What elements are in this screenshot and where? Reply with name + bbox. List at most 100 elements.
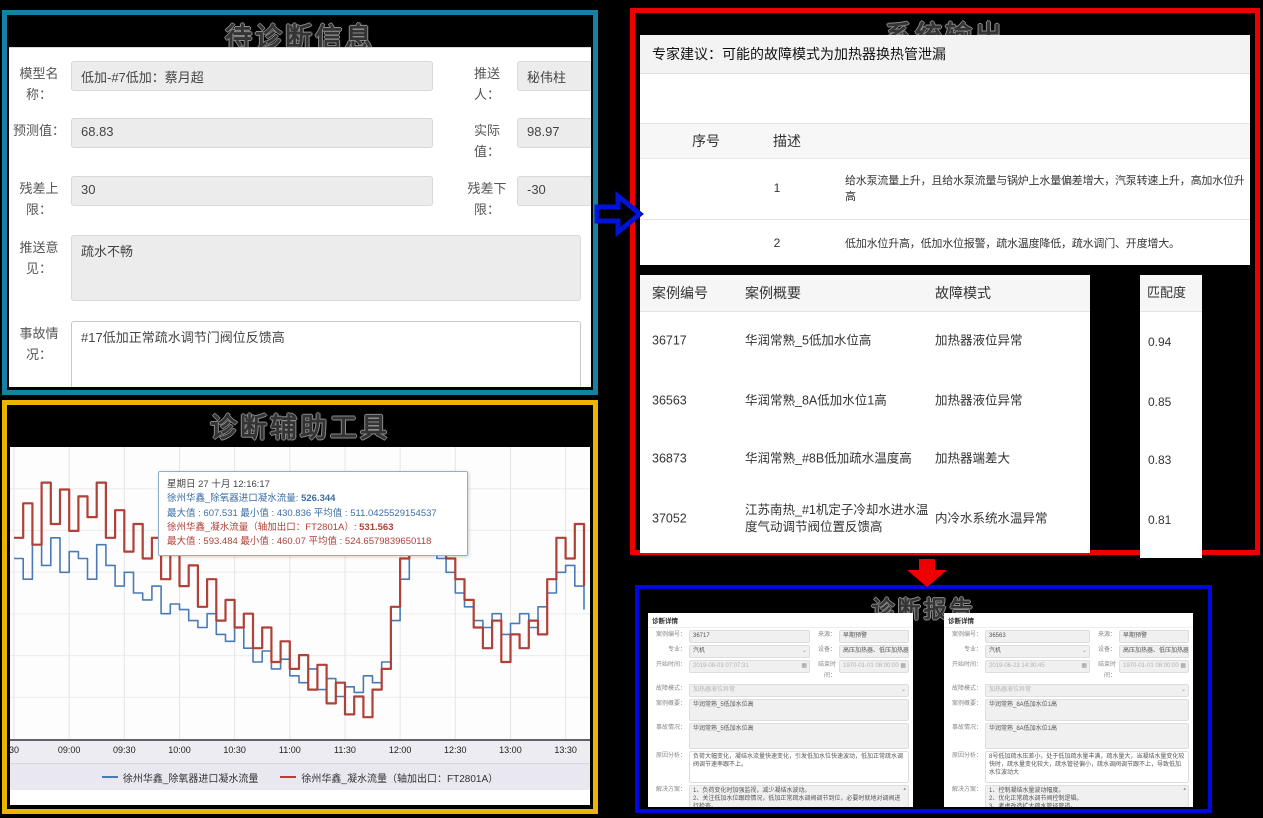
report-fault-mode-select[interactable]: 加热器液位异常⌄ bbox=[985, 684, 1189, 697]
report-solution-textarea[interactable]: 1、负荷变化时加强监视，减少凝结水波动。 2、关注低加水位跟踪情况，低加正常疏水… bbox=[689, 785, 909, 807]
report-end-time-input[interactable]: 1970-01-01 08:00:00▦ bbox=[839, 660, 909, 673]
desc-col-desc: 描述 bbox=[773, 124, 801, 158]
report-accident-textarea[interactable]: 华润常熟_8A低加水位1高 bbox=[985, 723, 1189, 749]
legend-dash-icon bbox=[102, 776, 118, 778]
scrollbar[interactable]: ▲▼ bbox=[1183, 787, 1187, 807]
accident-textarea[interactable]: #17低加正常疏水调节门阀位反馈高 bbox=[71, 321, 581, 387]
residual-lower-label: 残差下限： bbox=[467, 179, 507, 221]
report-source-input[interactable]: 早期预警 bbox=[839, 630, 909, 643]
expert-advice-text: 专家建议：可能的故障模式为加热器换热管泄漏 bbox=[640, 35, 1250, 74]
actual-value-input[interactable]: 98.97 bbox=[517, 118, 591, 148]
x-tick-label: 09:00 bbox=[58, 745, 81, 755]
match-value: 0.85 bbox=[1140, 372, 1202, 432]
scroll-up-icon[interactable]: ▲ bbox=[903, 787, 907, 792]
trend-chart[interactable]: 星期日 27 十月 12:16:17 徐州华鑫_除氧器进口凝水流量: 526.3… bbox=[10, 447, 590, 805]
model-name-input[interactable]: 低加-#7低加：蔡月超 bbox=[71, 61, 433, 91]
report-solution-label: 解决方案： bbox=[946, 785, 982, 796]
case-row[interactable]: 36717 华润常熟_5低加水位高 加热器液位异常 bbox=[640, 311, 1090, 371]
report-specialty-select[interactable]: 汽机⌄ bbox=[985, 645, 1090, 658]
desc-row-no: 2 bbox=[762, 236, 792, 250]
report-card: 诊断详情 案例编号： 36563 来源： 早期预警 专业： 汽机⌄ 设备： 高压… bbox=[944, 613, 1193, 807]
tooltip-series1: 徐州华鑫_除氧器进口凝水流量: 526.344 bbox=[167, 492, 459, 506]
pusher-input[interactable]: 秘伟柱 bbox=[517, 61, 591, 91]
report-solution-textarea[interactable]: 1、控制凝结水量波动幅度。 2、优化正常疏水调节阀控制逻辑。 3、考虑改造扩大疏… bbox=[985, 785, 1189, 807]
residual-lower-input[interactable]: -30 bbox=[517, 176, 591, 206]
chevron-down-icon: ⌄ bbox=[1181, 686, 1186, 695]
report-specialty-label: 专业： bbox=[650, 645, 686, 656]
report-end-time-input[interactable]: 1970-01-01 08:00:00▦ bbox=[1119, 660, 1189, 673]
flow-arrow-down-icon bbox=[903, 558, 951, 588]
legend-label: 徐州华鑫_凝水流量（轴加出口：FT2801A） bbox=[301, 770, 498, 785]
report-start-time-label: 开始时间： bbox=[650, 660, 686, 671]
report-device-select[interactable]: 高压加热器、低压加热器⌄ bbox=[1119, 645, 1189, 658]
push-opinion-label: 推送意见： bbox=[13, 238, 65, 280]
desc-table-header: 序号 描述 bbox=[640, 123, 1250, 159]
panel-diagnosis-tools: 诊断辅助工具 星期日 27 十月 12:16:17 徐州华鑫_除氧器进口凝水流量… bbox=[2, 400, 598, 814]
chart-legend: 徐州华鑫_除氧器进口凝水流量 徐州华鑫_凝水流量（轴加出口：FT2801A） bbox=[10, 763, 590, 790]
desc-row: 2 低加水位升高，低加水位报警，疏水温度降低，疏水调门、开度增大。 bbox=[640, 219, 1250, 265]
desc-row-text: 给水泵流量上升，且给水泵流量与锅炉上水量偏差增大，汽泵转速上升，高加水位升高 bbox=[845, 172, 1246, 204]
x-tick-label: 09:30 bbox=[113, 745, 136, 755]
tooltip-series2-stats: 最大值 : 593.484 最小值 : 460.07 平均值 : 524.657… bbox=[167, 535, 459, 549]
chevron-down-icon: ⌄ bbox=[1181, 647, 1186, 656]
report-summary-textarea[interactable]: 华润常熟_8A低加水位1高 bbox=[985, 699, 1189, 721]
case-summary: 江苏南热_#1机定子冷却水进水温度气动调节阀位置反馈高 bbox=[745, 502, 930, 536]
legend-item[interactable]: 徐州华鑫_除氧器进口凝水流量 bbox=[102, 770, 259, 785]
push-opinion-textarea[interactable]: 疏水不畅 bbox=[71, 235, 581, 301]
case-row[interactable]: 37052 江苏南热_#1机定子冷却水进水温度气动调节阀位置反馈高 内冷水系统水… bbox=[640, 487, 1090, 551]
chart-x-axis: 3009:0009:3010:0010:3011:0011:3012:0012:… bbox=[10, 739, 590, 763]
residual-upper-label: 残差上限： bbox=[13, 179, 65, 221]
report-accident-textarea[interactable]: 华润常熟_5低加水位高 bbox=[689, 723, 909, 749]
case-id: 37052 bbox=[652, 511, 737, 528]
report-summary-textarea[interactable]: 华润常熟_5低加水位高 bbox=[689, 699, 909, 721]
report-cause-textarea[interactable]: 8号低加疏水压差小，处于低加疏水量丰满，疏水量大，当凝结水量变化较快时，疏水量变… bbox=[985, 751, 1189, 783]
pusher-label: 推送人： bbox=[467, 64, 507, 106]
legend-item[interactable]: 徐州华鑫_凝水流量（轴加出口：FT2801A） bbox=[280, 770, 498, 785]
legend-dash-icon bbox=[280, 776, 296, 778]
report-source-input[interactable]: 早期预警 bbox=[1119, 630, 1189, 643]
scrollbar[interactable]: ▲▼ bbox=[903, 787, 907, 807]
tooltip-series2: 徐州华鑫_凝水流量（轴加出口：FT2801A）: 531.563 bbox=[167, 521, 459, 535]
match-column: 匹配度 0.94 0.85 0.83 0.81 bbox=[1140, 275, 1202, 558]
report-device-select[interactable]: 高压加热器、低压加热器⌄ bbox=[839, 645, 909, 658]
case-summary: 华润常熟_5低加水位高 bbox=[745, 333, 930, 350]
calendar-icon: ▦ bbox=[900, 662, 906, 671]
case-id: 36873 bbox=[652, 451, 737, 468]
residual-upper-input[interactable]: 30 bbox=[71, 176, 433, 206]
x-tick-label: 13:00 bbox=[499, 745, 522, 755]
report-card-title: 诊断详情 bbox=[944, 613, 1193, 628]
case-table-header: 案例编号 案例概要 故障模式 bbox=[640, 275, 1090, 312]
case-col-summary: 案例概要 bbox=[745, 275, 930, 311]
x-tick-label: 11:00 bbox=[279, 745, 301, 755]
predicted-value-input[interactable]: 68.83 bbox=[71, 118, 433, 148]
calendar-icon: ▦ bbox=[1180, 662, 1186, 671]
report-source-label: 来源： bbox=[1090, 630, 1116, 641]
report-start-time-input[interactable]: 2019-08-03 07:07:31▦ bbox=[689, 660, 810, 673]
report-cause-textarea[interactable]: 负荷大幅变化，凝结水流量快速变化，引发低加水位快速波动，低加正常疏水调阀调节速率… bbox=[689, 751, 909, 783]
case-mode: 内冷水系统水温异常 bbox=[935, 511, 1085, 528]
report-case-id-input[interactable]: 36563 bbox=[985, 630, 1090, 643]
case-row[interactable]: 36563 华润常熟_8A低加水位1高 加热器液位异常 bbox=[640, 371, 1090, 431]
case-row[interactable]: 36873 华润常熟_#8B低加疏水温度高 加热器端差大 bbox=[640, 431, 1090, 487]
report-summary-label: 案例概要： bbox=[650, 699, 686, 710]
report-case-id-input[interactable]: 36717 bbox=[689, 630, 810, 643]
scroll-up-icon[interactable]: ▲ bbox=[1183, 787, 1187, 792]
report-fault-mode-select[interactable]: 加热器液位异常⌄ bbox=[689, 684, 909, 697]
report-start-time-label: 开始时间： bbox=[946, 660, 982, 671]
panel-diagnosis-info: 待诊断信息 模型名称： 低加-#7低加：蔡月超 推送人： 秘伟柱 预测值： 68… bbox=[2, 10, 598, 395]
panel-system-output: 系统输出 专家建议：可能的故障模式为加热器换热管泄漏 序号 描述 1 给水泵流量… bbox=[630, 8, 1260, 555]
report-case-id-label: 案例编号： bbox=[946, 630, 982, 641]
x-tick-label: 11:30 bbox=[334, 745, 356, 755]
diagnosis-info-form: 模型名称： 低加-#7低加：蔡月超 推送人： 秘伟柱 预测值： 68.83 实际… bbox=[9, 47, 591, 387]
desc-col-no: 序号 bbox=[692, 124, 720, 158]
calendar-icon: ▦ bbox=[801, 662, 807, 671]
report-start-time-input[interactable]: 2019-06-23 14:30:45▦ bbox=[985, 660, 1090, 673]
match-value: 0.94 bbox=[1140, 312, 1202, 372]
report-specialty-select[interactable]: 汽机⌄ bbox=[689, 645, 810, 658]
report-card: 诊断详情 案例编号： 36717 来源： 早期预警 专业： 汽机⌄ 设备： 高压… bbox=[648, 613, 913, 807]
match-value: 0.81 bbox=[1140, 488, 1202, 552]
legend-label: 徐州华鑫_除氧器进口凝水流量 bbox=[123, 770, 259, 785]
accident-label: 事故情况： bbox=[13, 324, 65, 366]
report-card-title: 诊断详情 bbox=[648, 613, 913, 628]
report-accident-label: 事故情况： bbox=[650, 723, 686, 734]
